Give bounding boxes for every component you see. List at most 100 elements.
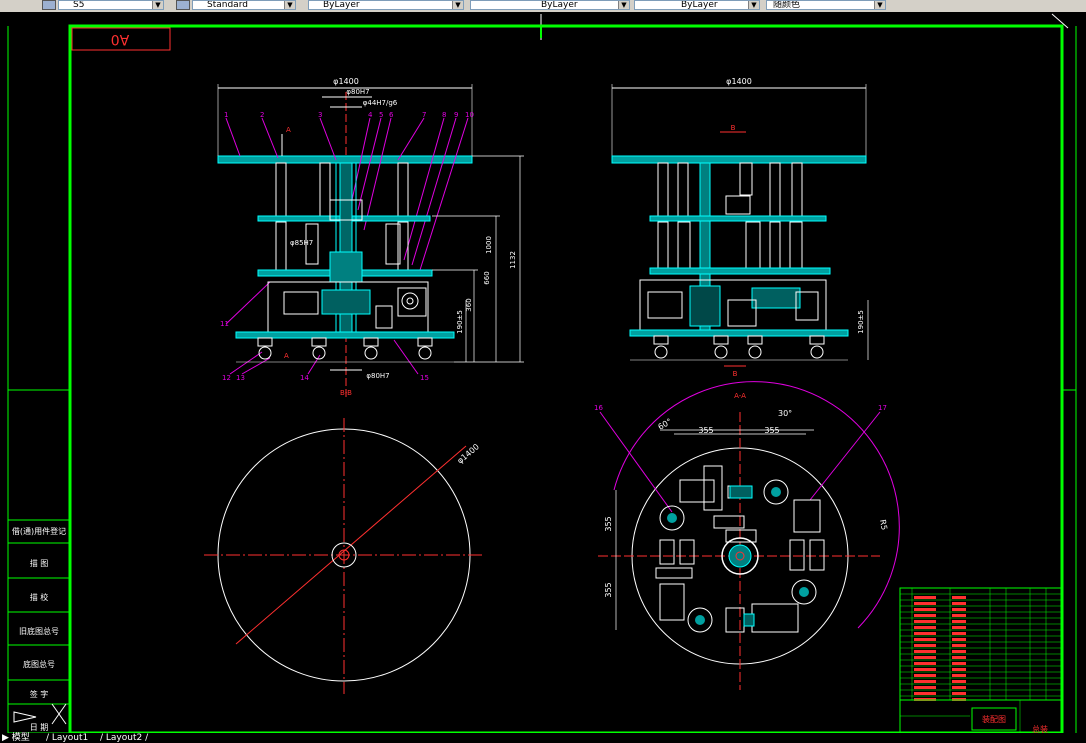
section-dim-355-bottom: 355 (604, 582, 613, 597)
lineweight-value: ByLayer (681, 0, 718, 10)
title-block-cell-mark (952, 626, 966, 629)
callout-17: 17 (878, 404, 887, 412)
front-height-360: 360 (465, 298, 473, 311)
callout-10: 10 (465, 111, 474, 119)
title-block-cell-mark (914, 680, 936, 683)
front-height-190: 190±5 (456, 310, 464, 334)
tab-model-label: 模型 (11, 733, 30, 743)
tab-layout1-label: Layout1 (51, 733, 89, 743)
title-block-cell-mark (952, 656, 966, 659)
title-block-cell-mark (952, 632, 966, 635)
panel-row-6: 签 字 (30, 689, 49, 699)
title-block-cell-mark (952, 668, 966, 671)
section-aa-label: A-A (734, 392, 746, 400)
title-block-cell-mark (914, 614, 936, 617)
panel-row-1: 借(通)用件登记 (12, 526, 66, 536)
front-bore-dim2: φ44H7/g6 (363, 99, 398, 107)
front-bottom-dim: φ80H7 (366, 372, 389, 380)
callout-7: 7 (422, 111, 426, 119)
tab-model[interactable]: ▶ 模型 (2, 733, 30, 743)
layer-combo[interactable]: ByLayer ▼ (308, 0, 464, 10)
cut-a-bottom: A (284, 352, 289, 360)
title-block-cell-mark (914, 638, 936, 641)
cut-b-top: B (731, 124, 736, 132)
front-height-660: 660 (483, 271, 491, 284)
textstyle-icon[interactable] (176, 0, 190, 10)
title-block-cell-mark (952, 644, 966, 647)
title-block-cell-mark (952, 662, 966, 665)
drawing-canvas[interactable]: A0 借(通)用件登记 描 图 描 校 旧底图总号 底图总号 签 字 日 期 φ… (0, 12, 1086, 733)
chevron-down-icon[interactable]: ▼ (152, 1, 163, 9)
front-bore-dim1: φ80H7 (346, 88, 369, 96)
plotstyle-value: 随颜色 (773, 0, 801, 10)
title-block-cell-mark (952, 692, 966, 695)
plotstyle-combo[interactable]: 随颜色 ▼ (766, 0, 886, 10)
chevron-down-icon[interactable]: ▼ (618, 1, 629, 9)
front-height-1000: 1000 (485, 236, 493, 254)
chevron-down-icon[interactable]: ▼ (748, 1, 759, 9)
callout-1: 1 (224, 111, 228, 119)
linetype-value: ByLayer (541, 0, 578, 10)
title-block-cell-mark (914, 686, 936, 689)
title-block-cell-mark (914, 596, 936, 599)
title-block-drawing-no: 总装 (1032, 724, 1048, 733)
callout-15: 15 (420, 374, 429, 382)
title-block-cell-mark (952, 650, 966, 653)
callout-14: 14 (300, 374, 309, 382)
panel-row-7: 日 期 (30, 723, 49, 732)
callout-8: 8 (442, 111, 446, 119)
cut-b-bottom: B (733, 370, 738, 378)
dimstyle-combo[interactable]: S5 ▼ (58, 0, 164, 10)
section-dim-355-right: 355 (764, 426, 779, 435)
section-dim-355-left: 355 (698, 426, 713, 435)
callout-2: 2 (260, 111, 264, 119)
panel-row-2: 旧底图总号 (19, 626, 59, 636)
linetype-combo[interactable]: ByLayer ▼ (470, 0, 630, 10)
chevron-down-icon[interactable]: ▼ (284, 1, 295, 9)
dimstyle-icon[interactable] (42, 0, 56, 10)
title-block-cell-mark (914, 608, 936, 611)
textstyle-value: Standard (207, 0, 248, 10)
title-block-cell-mark (952, 596, 966, 599)
title-block-cell-mark (952, 614, 966, 617)
title-block-cell-mark (914, 650, 936, 653)
callout-5: 5 (379, 111, 383, 119)
title-block-cell-mark (952, 638, 966, 641)
layout-tabs: ▶ 模型 / Layout1 / Layout2 / (0, 733, 300, 743)
title-block-cell-mark (914, 620, 936, 623)
callout-3: 3 (318, 111, 322, 119)
title-block-cell-mark (952, 686, 966, 689)
lineweight-combo[interactable]: ByLayer ▼ (634, 0, 760, 10)
layer-value: ByLayer (323, 0, 360, 10)
section-bb-label: B-B (340, 389, 352, 397)
section-dim-r: R5 (878, 519, 889, 531)
front-height-total: 1132 (509, 251, 517, 269)
front-bore-dim3: φ85H7 (290, 239, 313, 247)
title-block-cell-mark (952, 680, 966, 683)
title-block-cell-mark (914, 656, 936, 659)
title-block-cell-mark (952, 608, 966, 611)
title-block-cell-mark (914, 626, 936, 629)
callout-9: 9 (454, 111, 458, 119)
title-block-cell-mark (952, 602, 966, 605)
title-block-cell-mark (914, 602, 936, 605)
tab-layout1[interactable]: / Layout1 (46, 733, 88, 743)
tab-layout2[interactable]: / Layout2 / (100, 733, 148, 743)
title-block-cell-mark (914, 692, 936, 695)
section-dim-355-top: 355 (604, 516, 613, 531)
title-block-cell-mark (914, 674, 936, 677)
front-top-dim: φ1400 (333, 77, 359, 86)
section-angle-30: 30° (778, 409, 792, 418)
tab-layout2-label: Layout2 (105, 733, 143, 743)
side-height-190: 190±5 (857, 310, 865, 334)
panel-row-5: 底图总号 (23, 659, 55, 669)
title-block-cell-mark (952, 674, 966, 677)
title-block-cell-mark (914, 668, 936, 671)
callout-6: 6 (389, 111, 394, 119)
callout-13: 13 (236, 374, 245, 382)
chevron-down-icon[interactable]: ▼ (874, 1, 885, 9)
textstyle-combo[interactable]: Standard ▼ (192, 0, 296, 10)
dimstyle-value: S5 (73, 0, 85, 10)
chevron-down-icon[interactable]: ▼ (452, 1, 463, 9)
sheet-code: A0 (111, 31, 129, 47)
